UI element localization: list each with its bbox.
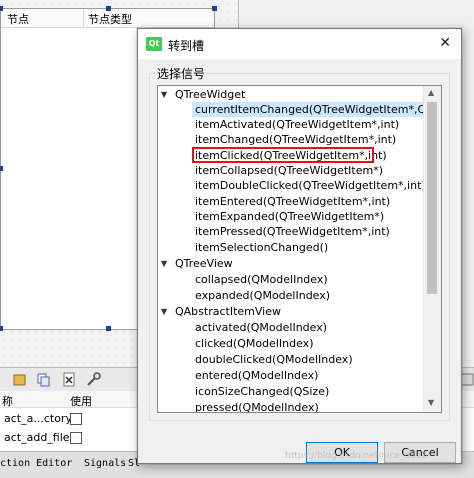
header-used: 使用 bbox=[70, 395, 92, 408]
group-name: QTreeView bbox=[175, 257, 233, 270]
new-action-icon[interactable] bbox=[12, 372, 27, 387]
copy-action-icon[interactable] bbox=[36, 372, 51, 387]
configure-icon[interactable] bbox=[86, 372, 101, 387]
delete-action-icon[interactable] bbox=[62, 372, 77, 387]
used-checkbox[interactable] bbox=[70, 432, 82, 444]
signal-item[interactable]: itemDoubleClicked(QTreeWidgetItem*,int) bbox=[195, 178, 426, 193]
tree-header: 节点 节点类型 bbox=[1, 9, 214, 28]
signal-item[interactable]: itemSelectionChanged() bbox=[195, 240, 328, 255]
dialog-titlebar: Qt 转到槽 ✕ bbox=[138, 29, 461, 59]
signal-item[interactable]: pressed(QModelIndex) bbox=[195, 400, 319, 412]
signal-item[interactable]: collapsed(QModelIndex) bbox=[195, 272, 328, 287]
resize-handle[interactable] bbox=[0, 166, 3, 171]
toolbar-extension-icon[interactable] bbox=[460, 372, 474, 387]
tree-column-node-type: 节点类型 bbox=[88, 13, 132, 26]
group-name: QAbstractItemView bbox=[175, 305, 281, 318]
scroll-down-arrow-icon[interactable]: ▼ bbox=[428, 398, 434, 407]
collapse-arrow-icon[interactable]: ▼ bbox=[161, 256, 167, 271]
signal-item[interactable]: itemActivated(QTreeWidgetItem*,int) bbox=[195, 117, 399, 132]
signal-tree[interactable]: ▼ QTreeWidget currentItemChanged(QTreeWi… bbox=[157, 85, 442, 413]
resize-handle[interactable] bbox=[106, 6, 111, 11]
dialog-title: 转到槽 bbox=[168, 39, 205, 53]
signal-item[interactable]: doubleClicked(QModelIndex) bbox=[195, 352, 353, 367]
signal-item[interactable]: itemPressed(QTreeWidgetItem*,int) bbox=[195, 224, 390, 239]
signal-item[interactable]: currentItemChanged(QTreeWidgetItem*,QTre… bbox=[195, 102, 441, 117]
signal-item[interactable]: itemEntered(QTreeWidgetItem*,int) bbox=[195, 194, 390, 209]
vertical-scrollbar[interactable]: ▲ ▼ bbox=[423, 86, 441, 412]
collapse-arrow-icon[interactable]: ▼ bbox=[161, 304, 167, 319]
resize-handle[interactable] bbox=[0, 326, 3, 331]
signal-item[interactable]: expanded(QModelIndex) bbox=[195, 288, 330, 303]
tab-signals-slots[interactable]: Signals bbox=[84, 458, 126, 469]
resize-handle[interactable] bbox=[106, 326, 111, 331]
signal-item[interactable]: entered(QModelIndex) bbox=[195, 368, 318, 383]
signal-item[interactable]: itemCollapsed(QTreeWidgetItem*) bbox=[195, 163, 383, 178]
signal-item[interactable]: clicked(QModelIndex) bbox=[195, 336, 314, 351]
used-checkbox[interactable] bbox=[70, 413, 82, 425]
red-annotation-box bbox=[192, 147, 374, 163]
signal-item[interactable]: itemChanged(QTreeWidgetItem*,int) bbox=[195, 132, 396, 147]
tab-action-editor[interactable]: ction Editor bbox=[0, 458, 72, 469]
signal-item[interactable]: activated(QModelIndex) bbox=[195, 320, 327, 335]
tree-column-node: 节点 bbox=[7, 13, 29, 26]
group-label: 选择信号 bbox=[155, 65, 208, 82]
action-name: act_add_file bbox=[4, 431, 70, 444]
signal-item[interactable]: itemExpanded(QTreeWidgetItem*) bbox=[195, 209, 384, 224]
group-name: QTreeWidget bbox=[175, 88, 246, 101]
resize-handle[interactable] bbox=[0, 6, 3, 11]
column-separator bbox=[83, 9, 84, 27]
signal-item[interactable]: iconSizeChanged(QSize) bbox=[195, 384, 329, 399]
collapse-arrow-icon[interactable]: ▼ bbox=[161, 87, 167, 102]
watermark: https://blog.csdn.net/nice_8818 bbox=[285, 451, 428, 461]
qt-logo-icon: Qt bbox=[146, 37, 162, 51]
resize-handle[interactable] bbox=[212, 6, 217, 11]
action-name: act_a...ctory bbox=[4, 412, 72, 425]
header-name: 称 bbox=[2, 395, 13, 408]
goto-slot-dialog: Qt 转到槽 ✕ 选择信号 ▼ QTreeWidget currentItemC… bbox=[137, 28, 462, 464]
close-icon[interactable]: ✕ bbox=[439, 35, 451, 51]
scrollbar-thumb[interactable] bbox=[427, 102, 437, 294]
scroll-up-arrow-icon[interactable]: ▲ bbox=[428, 88, 434, 97]
